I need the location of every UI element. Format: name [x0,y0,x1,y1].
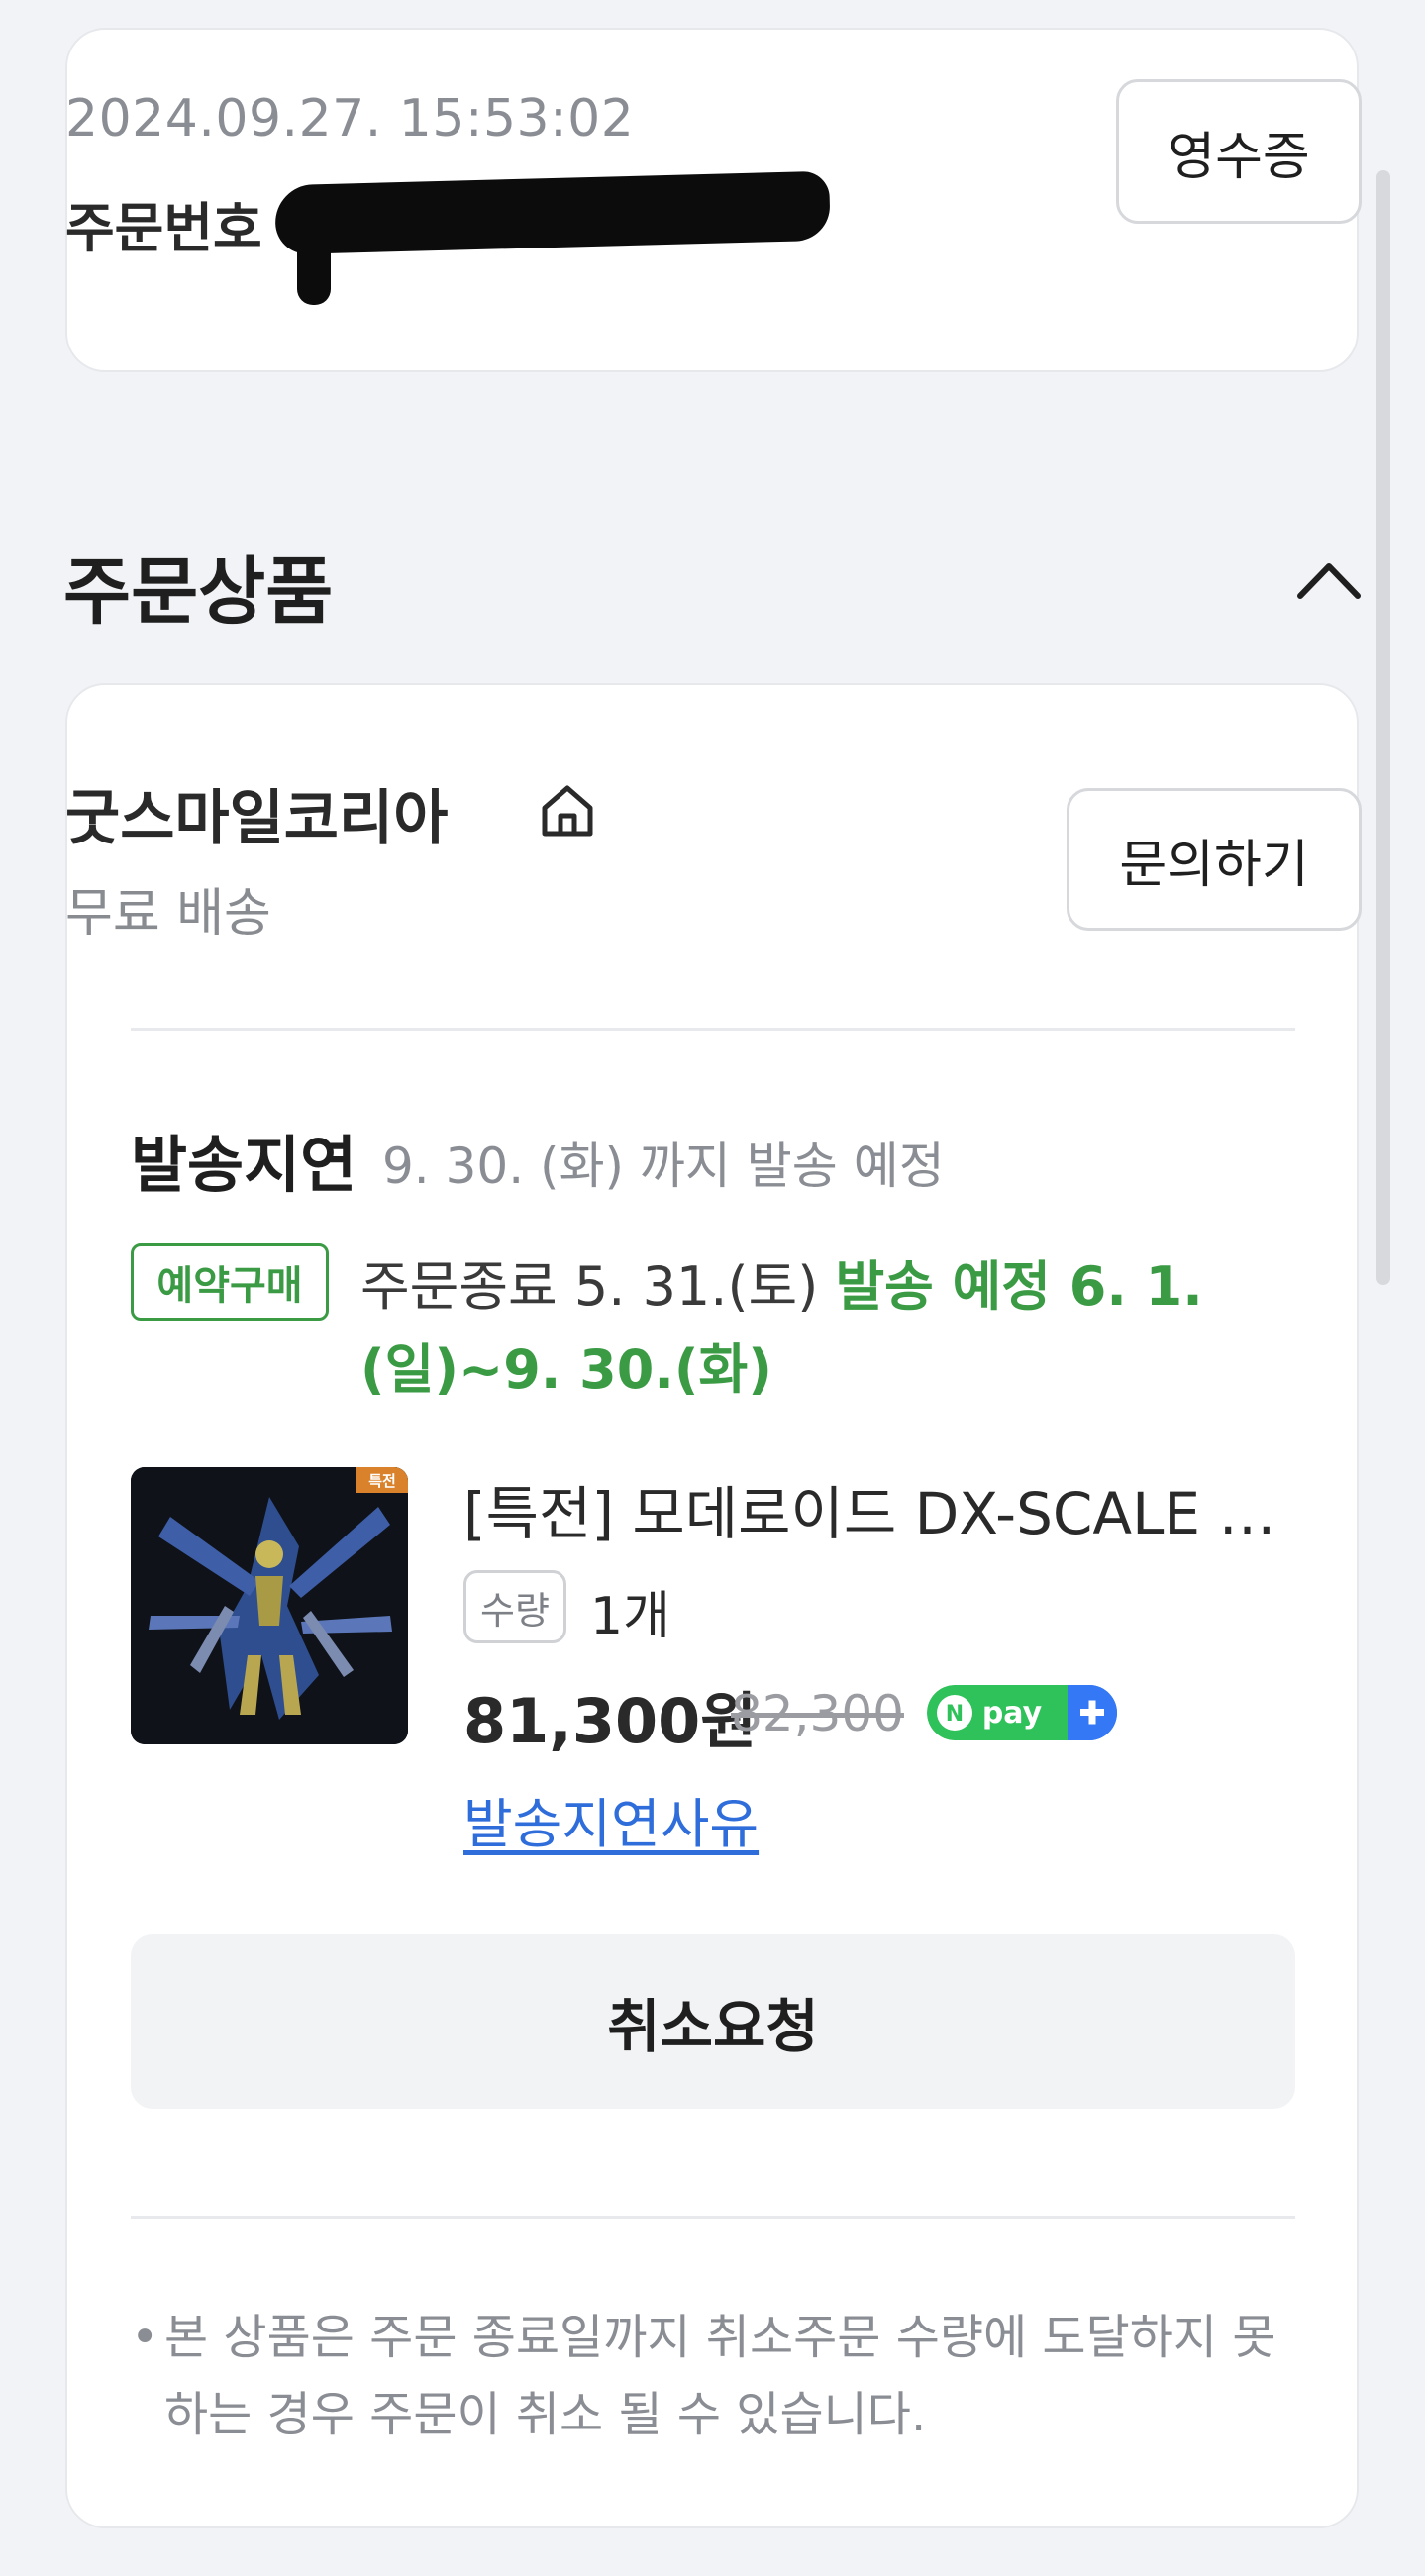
product-name[interactable]: [특전] 모데로이드 DX-SCALE 이... [463,1467,1295,1550]
shipping-fee: 무료 배송 [65,884,271,943]
cancellation-notice: • 본 상품은 주문 종료일까지 취소주문 수량에 도달하지 못하는 경우 주문… [131,2299,1295,2453]
delay-status: 발송지연 [131,1129,357,1201]
delay-shipping-date: 9. 30. (화) 까지 발송 예정 [382,1138,945,1195]
delay-reason-link[interactable]: 발송지연사유 [463,1780,759,1858]
redacted-order-number-mark [297,228,331,305]
sale-price: 81,300원 [463,1685,758,1757]
npay-plus-badge: N pay [927,1685,1117,1740]
original-price: 82,300 [731,1685,904,1742]
seller-name[interactable]: 굿스마일코리아 [65,770,448,856]
inquiry-button[interactable]: 문의하기 [1067,788,1362,931]
receipt-button[interactable]: 영수증 [1116,79,1362,224]
cancel-request-button[interactable]: 취소요청 [131,1934,1295,2109]
order-datetime: 2024.09.27. 15:53:02 [65,89,635,149]
home-icon[interactable] [537,782,598,840]
quantity-value: 1개 [590,1587,670,1646]
divider [131,2216,1295,2219]
notice-text: 본 상품은 주문 종료일까지 취소주문 수량에 도달하지 못하는 경우 주문이 … [164,2310,1276,2442]
preorder-schedule: 주문종료 5. 31.(토) 발송 예정 6. 1. (일)~9. 30.(화) [360,1245,1295,1412]
product-image-badge: 특전 [368,1472,396,1490]
order-number-label: 주문번호 [65,197,262,259]
chevron-up-icon[interactable] [1294,556,1364,606]
preorder-close-date: 주문종료 5. 31.(토) [360,1255,819,1318]
redacted-order-number [274,170,831,255]
scrollbar[interactable] [1376,170,1390,1285]
divider [131,1028,1295,1031]
quantity-label: 수량 [463,1570,566,1643]
notice-bullet: • [131,2310,159,2365]
product-image[interactable]: 특전 [131,1467,408,1744]
svg-text:pay: pay [982,1696,1043,1731]
preorder-badge: 예약구매 [131,1243,329,1321]
section-title: 주문상품 [63,549,334,635]
svg-text:N: N [946,1702,964,1727]
